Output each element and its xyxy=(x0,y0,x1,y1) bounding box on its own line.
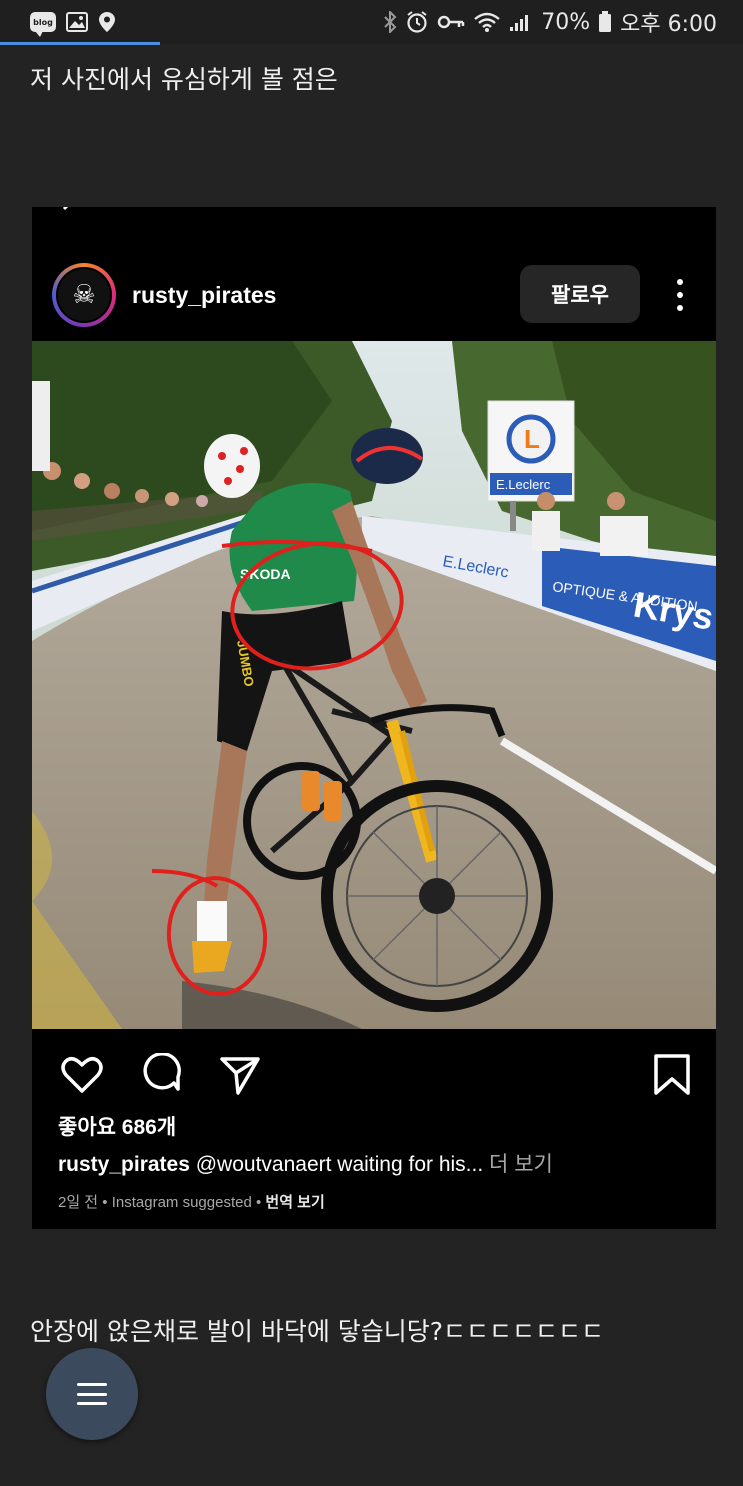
cyclist-photo: OPTIQUE & AUDITION Krys E.Leclerc L E.Le… xyxy=(32,341,716,1029)
scroll-progress-bar xyxy=(0,42,160,45)
follow-button[interactable]: 팔로우 xyxy=(520,265,640,323)
post-question-text: 저 사진에서 유심하게 볼 점은 xyxy=(30,65,338,94)
status-bar-left: blog xyxy=(30,11,116,37)
pirate-skull-icon: ☠ xyxy=(56,267,112,323)
instagram-screenshot-image[interactable]: ☠ rusty_pirates 팔로우 OPTIQUE & AUDITION K… xyxy=(32,207,716,1229)
location-icon xyxy=(98,11,116,33)
blog-notification-icon: blog xyxy=(30,12,56,37)
status-bar-right: 70% 오후 6:00 xyxy=(383,6,717,38)
battery-percent: 70% xyxy=(541,9,591,35)
instagram-username[interactable]: rusty_pirates xyxy=(132,282,276,309)
bookmark-icon[interactable] xyxy=(650,1053,694,1097)
post-time: 2일 전 xyxy=(58,1194,99,1211)
gallery-icon xyxy=(66,12,88,32)
clock: 오후 6:00 xyxy=(620,12,717,37)
wifi-icon xyxy=(473,11,501,33)
meta-separator: • xyxy=(255,1194,266,1211)
instagram-action-bar xyxy=(32,1043,716,1099)
alarm-icon xyxy=(405,10,429,34)
battery-icon xyxy=(598,11,612,33)
post-meta: 2일 전 • Instagram suggested • 번역 보기 xyxy=(58,1191,325,1212)
caption-username[interactable]: rusty_pirates xyxy=(58,1153,190,1176)
post-caption: rusty_pirates @woutvanaert waiting for h… xyxy=(58,1148,553,1178)
hamburger-menu-icon xyxy=(77,1383,107,1405)
heart-icon[interactable] xyxy=(60,1053,104,1097)
key-icon xyxy=(437,14,465,30)
bluetooth-icon xyxy=(383,11,397,33)
status-bar: blog 70% 오후 6:00 xyxy=(0,0,743,44)
suggested-label: Instagram suggested xyxy=(111,1194,252,1211)
sign-logo-letter: L xyxy=(524,424,540,454)
avatar[interactable]: ☠ xyxy=(52,263,116,327)
more-options-icon[interactable] xyxy=(670,279,690,311)
translate-link[interactable]: 번역 보기 xyxy=(265,1194,324,1211)
caption-more-link[interactable]: 더 보기 xyxy=(483,1153,553,1176)
share-icon[interactable] xyxy=(218,1053,262,1097)
caption-text: @woutvanaert waiting for his... xyxy=(189,1153,484,1176)
cropped-header-remnant xyxy=(62,207,69,211)
comment-icon[interactable] xyxy=(140,1053,184,1097)
instagram-post-header: ☠ rusty_pirates 팔로우 xyxy=(32,247,716,343)
post-answer-text: 안장에 앉은채로 발이 바닥에 닿습니당?ㄷㄷㄷㄷㄷㄷㄷ xyxy=(30,1317,605,1346)
signal-icon xyxy=(509,12,533,32)
meta-separator: • xyxy=(102,1194,112,1211)
like-count[interactable]: 좋아요 686개 xyxy=(58,1111,176,1141)
sign-brand-text: E.Leclerc xyxy=(496,477,551,492)
menu-fab-button[interactable] xyxy=(46,1348,138,1440)
